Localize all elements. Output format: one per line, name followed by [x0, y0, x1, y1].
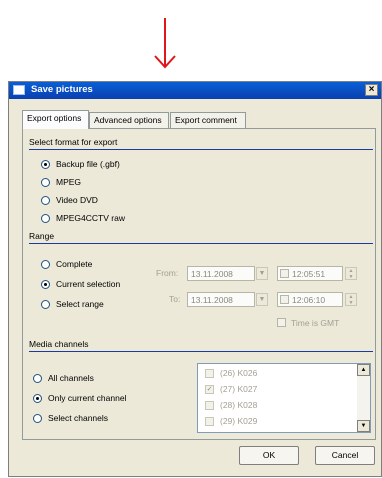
format-option-mpeg4cctv[interactable]: MPEG4CCTV raw — [41, 213, 125, 223]
channel-list-scrollbar[interactable]: ▲ ▼ — [357, 364, 370, 432]
scroll-down-icon[interactable]: ▼ — [357, 420, 370, 432]
channel-item[interactable]: (26) K026 — [205, 368, 257, 378]
tab-export-comment[interactable]: Export comment — [170, 112, 246, 128]
export-options-panel: Select format for export Backup file (.g… — [22, 128, 376, 440]
channel-item[interactable]: (29) K029 — [205, 416, 257, 426]
format-option-mpeg[interactable]: MPEG — [41, 177, 81, 187]
channel-item[interactable]: ✓ (27) K027 — [205, 384, 257, 394]
range-group-divider — [29, 243, 373, 244]
from-time-field[interactable]: 12:05:51 — [277, 266, 343, 281]
radio-icon — [41, 259, 50, 269]
from-date-dropdown[interactable]: ▼ — [256, 267, 268, 280]
to-time-checkbox[interactable] — [280, 295, 289, 304]
checkbox-checked-icon[interactable]: ✓ — [205, 384, 214, 394]
title-bar: Save pictures × — [9, 82, 381, 99]
tab-advanced-options[interactable]: Advanced options — [89, 112, 169, 128]
channel-list[interactable]: (26) K026 ✓ (27) K027 (28) K028 (29) K029… — [197, 363, 371, 433]
to-date-field[interactable]: 13.11.2008 — [187, 292, 255, 307]
format-option-video-dvd[interactable]: Video DVD — [41, 195, 98, 205]
time-is-gmt-label: Time is GMT — [291, 318, 340, 328]
to-label: To: — [169, 294, 181, 304]
save-pictures-dialog: Save pictures × Export options Advanced … — [8, 81, 382, 477]
cancel-button[interactable]: Cancel — [315, 446, 375, 465]
range-group-label: Range — [29, 231, 55, 241]
to-time-spinner[interactable]: ▲ ▼ — [345, 293, 357, 306]
radio-selected-icon — [33, 393, 42, 403]
tab-export-options[interactable]: Export options — [22, 110, 89, 129]
from-time-spinner[interactable]: ▲ ▼ — [345, 267, 357, 280]
from-label: From: — [156, 268, 179, 278]
radio-icon — [33, 413, 42, 423]
range-option-select-range[interactable]: Select range — [41, 299, 104, 309]
radio-icon — [33, 373, 42, 383]
from-time-checkbox[interactable] — [280, 269, 289, 278]
to-time-field[interactable]: 12:06:10 — [277, 292, 343, 307]
radio-icon — [41, 299, 50, 309]
window-title: Save pictures — [31, 84, 93, 95]
channel-item[interactable]: (28) K028 — [205, 400, 257, 410]
format-group-label: Select format for export — [29, 137, 118, 147]
time-is-gmt-checkbox[interactable] — [277, 318, 286, 327]
ok-button[interactable]: OK — [239, 446, 299, 465]
checkbox-icon[interactable] — [205, 368, 214, 378]
format-option-gbf[interactable]: Backup file (.gbf) — [41, 159, 120, 169]
radio-icon — [41, 177, 50, 187]
window-icon — [13, 85, 25, 95]
radio-icon — [41, 195, 50, 205]
from-date-field[interactable]: 13.11.2008 — [187, 266, 255, 281]
range-option-current-selection[interactable]: Current selection — [41, 279, 120, 289]
checkbox-icon[interactable] — [205, 416, 214, 426]
scroll-up-icon[interactable]: ▲ — [357, 364, 370, 376]
media-group-label: Media channels — [29, 339, 89, 349]
spin-down-icon: ▼ — [348, 274, 354, 280]
radio-selected-icon — [41, 159, 50, 169]
radio-icon — [41, 213, 50, 223]
to-date-dropdown[interactable]: ▼ — [256, 293, 268, 306]
media-option-only-current-channel[interactable]: Only current channel — [33, 393, 126, 403]
close-button[interactable]: × — [365, 84, 378, 96]
media-group-divider — [29, 351, 373, 352]
radio-selected-icon — [41, 279, 50, 289]
down-arrow-icon — [154, 18, 176, 69]
media-option-select-channels[interactable]: Select channels — [33, 413, 108, 423]
spin-down-icon: ▼ — [348, 300, 354, 306]
format-group-divider — [29, 149, 373, 150]
media-option-all-channels[interactable]: All channels — [33, 373, 94, 383]
checkbox-icon[interactable] — [205, 400, 214, 410]
range-option-complete[interactable]: Complete — [41, 259, 92, 269]
